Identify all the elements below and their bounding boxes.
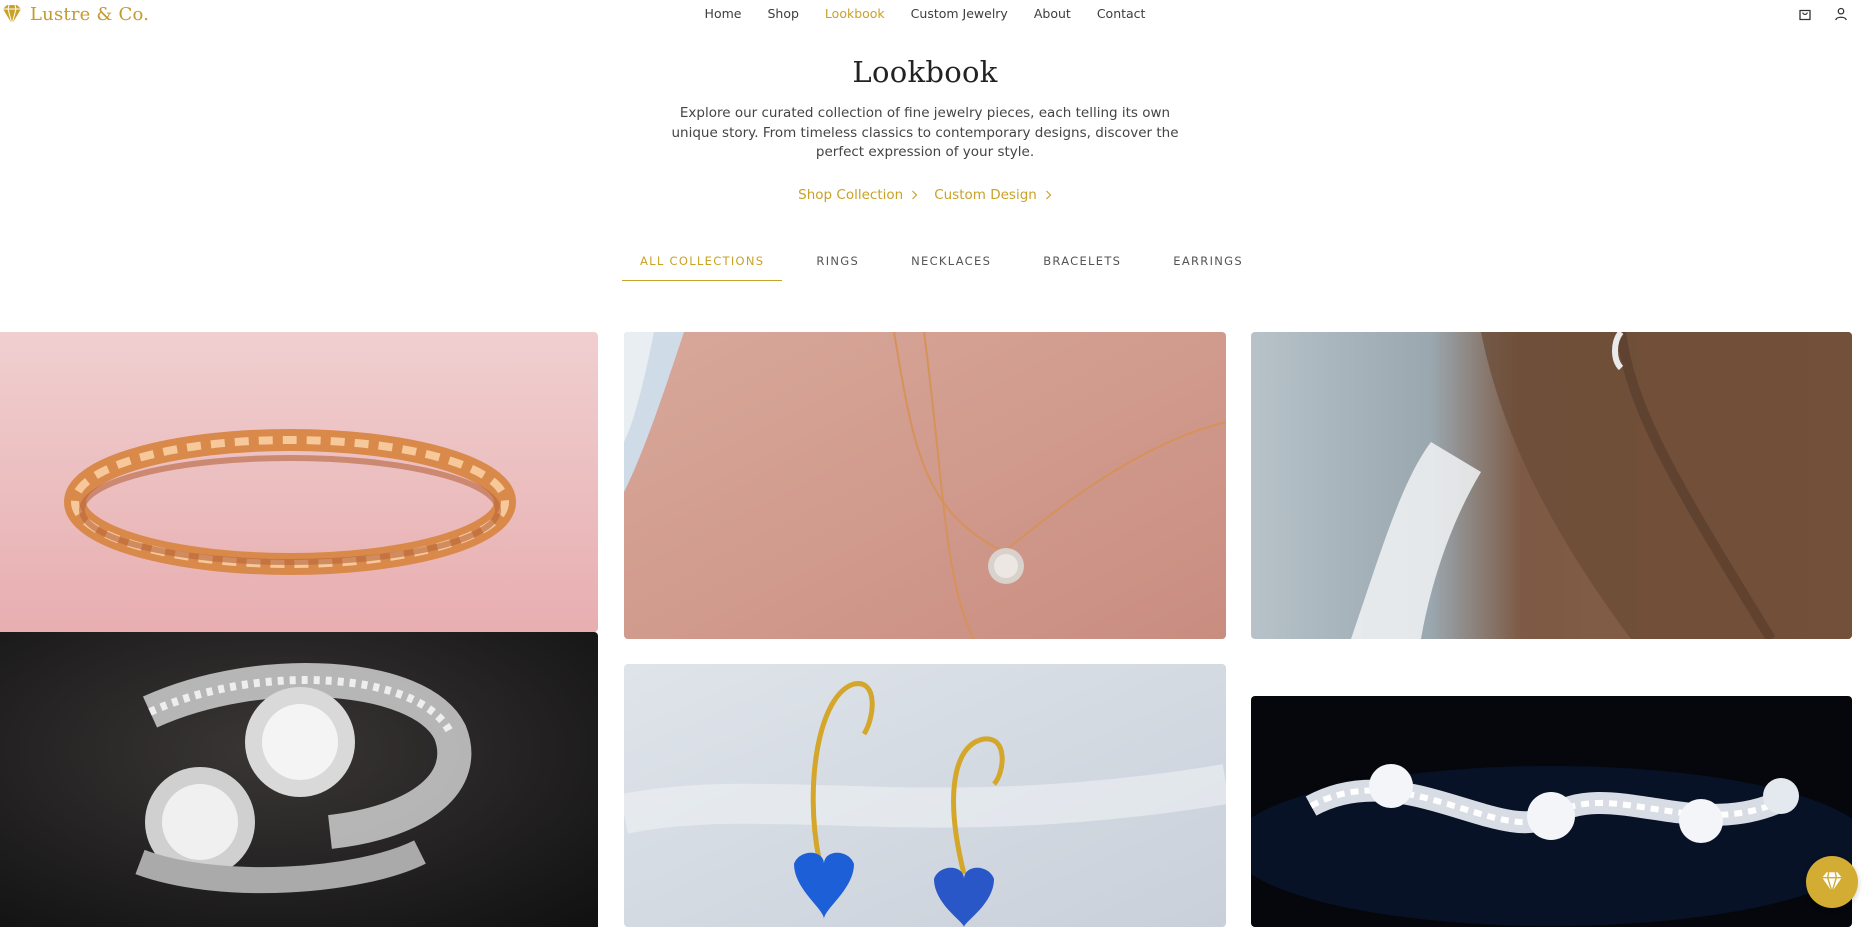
blue-heart-earrings-photo[interactable] <box>624 664 1226 927</box>
nav-about[interactable]: About <box>1034 6 1071 21</box>
hoop-earring-portrait-photo[interactable] <box>1251 332 1852 639</box>
tab-necklaces[interactable]: NECKLACES <box>893 249 1009 281</box>
gold-pendant-necklace-photo[interactable] <box>624 332 1226 639</box>
shopping-bag-icon[interactable] <box>1797 6 1813 22</box>
crystal-bracelet-photo[interactable] <box>1251 696 1852 927</box>
rose-gold-bracelet-photo[interactable] <box>0 332 598 632</box>
header-actions <box>1797 6 1849 22</box>
nav-shop[interactable]: Shop <box>767 6 798 21</box>
chevron-right-icon <box>1045 190 1052 200</box>
diamond-cluster-ring-photo[interactable] <box>0 632 598 927</box>
tab-rings[interactable]: RINGS <box>798 249 877 281</box>
shop-collection-link[interactable]: Shop Collection <box>798 187 918 203</box>
nav-custom-jewelry[interactable]: Custom Jewelry <box>911 6 1008 21</box>
shop-collection-label: Shop Collection <box>798 187 904 203</box>
nav-lookbook[interactable]: Lookbook <box>825 6 885 21</box>
cta-links: Shop Collection Custom Design <box>0 187 1850 203</box>
site-header: Lustre & Co. Home Shop Lookbook Custom J… <box>0 0 1875 28</box>
page-title: Lookbook <box>852 55 998 89</box>
nav-contact[interactable]: Contact <box>1097 6 1146 21</box>
collection-tabs: ALL COLLECTIONS RINGS NECKLACES BRACELET… <box>622 249 1277 281</box>
custom-design-label: Custom Design <box>934 187 1037 203</box>
diamond-icon <box>1822 872 1842 895</box>
main-nav: Home Shop Lookbook Custom Jewelry About … <box>0 6 1875 21</box>
floating-diamond-button[interactable] <box>1806 856 1858 908</box>
nav-home[interactable]: Home <box>705 6 742 21</box>
tab-bracelets[interactable]: BRACELETS <box>1025 249 1139 281</box>
user-icon[interactable] <box>1833 6 1849 22</box>
page-description: Explore our curated collection of fine j… <box>671 105 1179 160</box>
custom-design-link[interactable]: Custom Design <box>934 187 1052 203</box>
tab-earrings[interactable]: EARRINGS <box>1155 249 1261 281</box>
chevron-right-icon <box>912 190 918 200</box>
tab-all-collections[interactable]: ALL COLLECTIONS <box>622 249 783 281</box>
